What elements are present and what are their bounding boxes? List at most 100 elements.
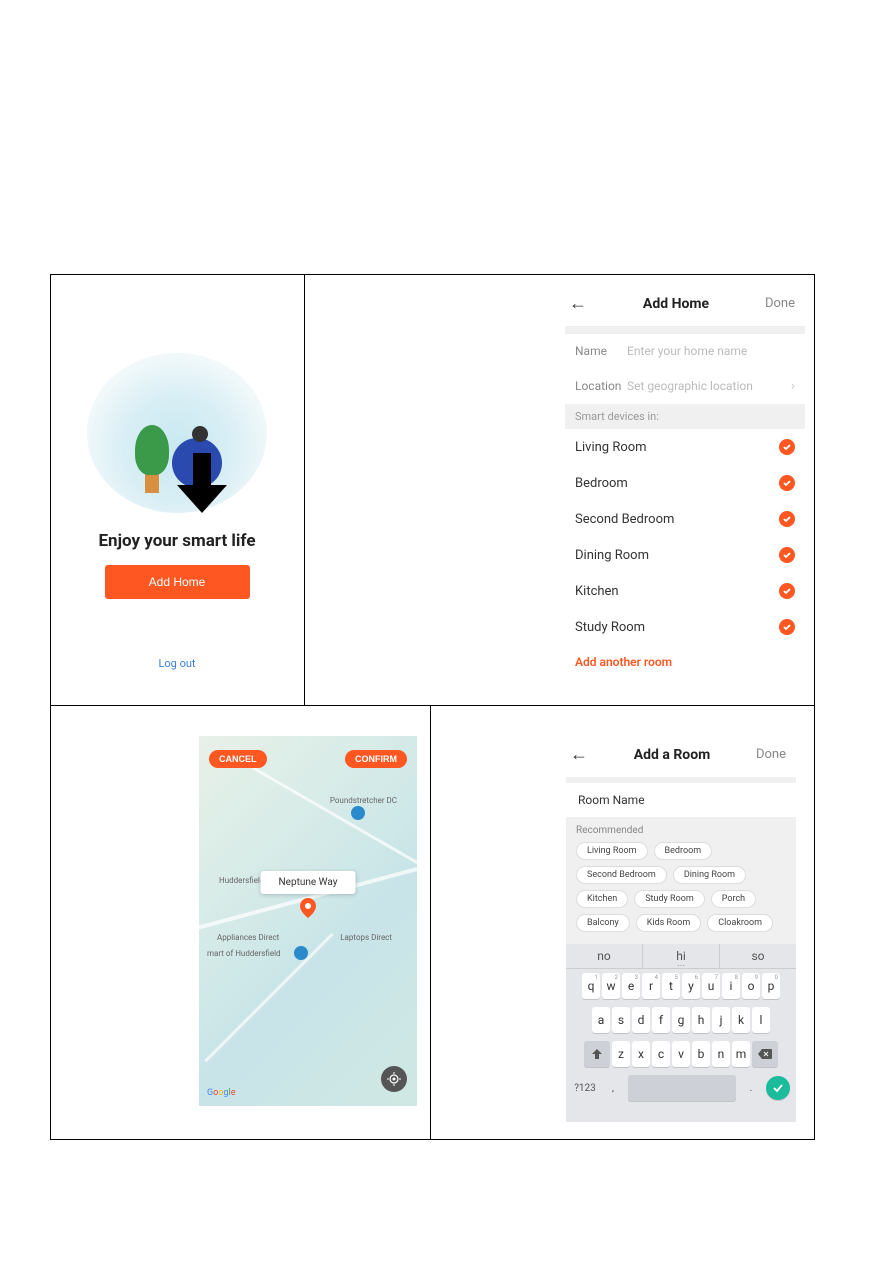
poi-pin-icon: [351, 806, 365, 820]
logout-link[interactable]: Log out: [158, 657, 195, 670]
chip-porch[interactable]: Porch: [711, 890, 756, 908]
room-row-kitchen[interactable]: Kitchen: [565, 573, 805, 609]
chevron-right-icon: ›: [791, 378, 795, 394]
key-i[interactable]: 8i: [722, 973, 740, 999]
done-button[interactable]: Done: [765, 296, 795, 311]
map-poi-label: mart of Huddersfield: [207, 949, 281, 958]
suggestion[interactable]: so: [720, 944, 796, 968]
key-b[interactable]: b: [692, 1041, 710, 1067]
back-icon[interactable]: ←: [570, 744, 588, 765]
key-f[interactable]: f: [652, 1007, 670, 1033]
location-row[interactable]: Location Set geographic location ›: [565, 368, 805, 404]
google-logo: Google: [207, 1088, 235, 1098]
check-icon[interactable]: [779, 511, 795, 527]
name-row[interactable]: Name Enter your home name: [565, 334, 805, 368]
key-v[interactable]: v: [672, 1041, 690, 1067]
row-1: Enjoy your smart life Add Home Log out ←…: [50, 274, 815, 706]
poi-pin-icon: [294, 946, 308, 960]
add-home-button[interactable]: Add Home: [105, 565, 250, 599]
room-row-bedroom[interactable]: Bedroom: [565, 465, 805, 501]
my-location-button[interactable]: [381, 1066, 407, 1092]
check-icon[interactable]: [779, 439, 795, 455]
key-d[interactable]: d: [632, 1007, 650, 1033]
room-name-field[interactable]: Room Name: [566, 783, 796, 817]
key-p[interactable]: 0p: [762, 973, 780, 999]
done-button[interactable]: Done: [756, 747, 786, 762]
room-label: Bedroom: [575, 476, 628, 491]
add-home-title: Add Home: [643, 296, 709, 312]
map-poi-label: Poundstretcher DC: [330, 796, 397, 805]
suggestion[interactable]: no: [566, 944, 643, 968]
chip-cloakroom[interactable]: Cloakroom: [707, 914, 773, 932]
room-row-study-room[interactable]: Study Room: [565, 609, 805, 645]
key-a[interactable]: a: [592, 1007, 610, 1033]
key-c[interactable]: c: [652, 1041, 670, 1067]
key-s[interactable]: s: [612, 1007, 630, 1033]
chip-bedroom[interactable]: Bedroom: [654, 842, 713, 860]
map-road: [252, 766, 417, 869]
cell-add-home-form: ← Add Home Done Name Enter your home nam…: [305, 275, 814, 705]
key-u[interactable]: 7u: [702, 973, 720, 999]
row-2: CANCEL CONFIRM Poundstretcher DC Hudders…: [50, 706, 815, 1140]
key-j[interactable]: j: [712, 1007, 730, 1033]
key-l[interactable]: l: [752, 1007, 770, 1033]
keyboard-row-4: ?123 , .: [566, 1071, 796, 1105]
cancel-button[interactable]: CANCEL: [209, 750, 267, 768]
confirm-button[interactable]: CONFIRM: [345, 750, 407, 768]
suggestion[interactable]: hi: [643, 944, 720, 968]
room-row-second-bedroom[interactable]: Second Bedroom: [565, 501, 805, 537]
key-spacebar[interactable]: [628, 1075, 736, 1101]
cell-map: CANCEL CONFIRM Poundstretcher DC Hudders…: [51, 706, 431, 1139]
key-n[interactable]: n: [712, 1041, 730, 1067]
room-row-dining-room[interactable]: Dining Room: [565, 537, 805, 573]
key-period[interactable]: .: [738, 1083, 764, 1094]
screen-add-room: ← Add a Room Done Room Name Recommended …: [566, 736, 796, 1122]
document-figure-grid: Enjoy your smart life Add Home Log out ←…: [50, 274, 815, 1140]
keyboard-row-2: a s d f g h j k l: [566, 1003, 796, 1037]
key-y[interactable]: 6y: [682, 973, 700, 999]
add-another-room-link[interactable]: Add another room: [565, 645, 805, 679]
key-h[interactable]: h: [692, 1007, 710, 1033]
recommended-chips: Living Room Bedroom Second Bedroom Dinin…: [576, 842, 786, 932]
screen-map-location[interactable]: CANCEL CONFIRM Poundstretcher DC Hudders…: [199, 736, 417, 1106]
key-x[interactable]: x: [632, 1041, 650, 1067]
location-pin-icon: [300, 898, 316, 922]
check-icon[interactable]: [779, 583, 795, 599]
key-k[interactable]: k: [732, 1007, 750, 1033]
key-w[interactable]: 2w: [602, 973, 620, 999]
screen-add-home: ← Add Home Done Name Enter your home nam…: [565, 285, 805, 695]
chip-living-room[interactable]: Living Room: [576, 842, 648, 860]
room-label: Second Bedroom: [575, 512, 674, 527]
room-label: Living Room: [575, 440, 647, 455]
add-room-header: ← Add a Room Done: [566, 736, 796, 777]
back-icon[interactable]: ←: [569, 293, 587, 314]
check-icon[interactable]: [779, 475, 795, 491]
key-e[interactable]: 3e: [622, 973, 640, 999]
cell-add-room: ← Add a Room Done Room Name Recommended …: [431, 706, 814, 1139]
add-room-title: Add a Room: [634, 747, 711, 763]
check-icon[interactable]: [779, 547, 795, 563]
room-label: Study Room: [575, 620, 645, 635]
key-comma[interactable]: ,: [600, 1083, 626, 1094]
key-enter[interactable]: [766, 1076, 790, 1100]
chip-study-room[interactable]: Study Room: [634, 890, 705, 908]
chip-second-bedroom[interactable]: Second Bedroom: [576, 866, 667, 884]
chip-dining-room[interactable]: Dining Room: [673, 866, 746, 884]
key-backspace[interactable]: [752, 1041, 778, 1067]
key-shift[interactable]: [584, 1041, 610, 1067]
key-symbols[interactable]: ?123: [572, 1083, 598, 1094]
chip-balcony[interactable]: Balcony: [576, 914, 630, 932]
key-g[interactable]: g: [672, 1007, 690, 1033]
key-z[interactable]: z: [612, 1041, 630, 1067]
key-o[interactable]: 9o: [742, 973, 760, 999]
check-icon[interactable]: [779, 619, 795, 635]
room-row-living-room[interactable]: Living Room: [565, 429, 805, 465]
key-r[interactable]: 4r: [642, 973, 660, 999]
map-poi-label: Appliances Direct: [217, 933, 279, 942]
keyboard-suggestions: no hi so: [566, 944, 796, 969]
chip-kids-room[interactable]: Kids Room: [636, 914, 702, 932]
chip-kitchen[interactable]: Kitchen: [576, 890, 628, 908]
key-q[interactable]: 1q: [582, 973, 600, 999]
key-t[interactable]: 5t: [662, 973, 680, 999]
key-m[interactable]: m: [732, 1041, 750, 1067]
